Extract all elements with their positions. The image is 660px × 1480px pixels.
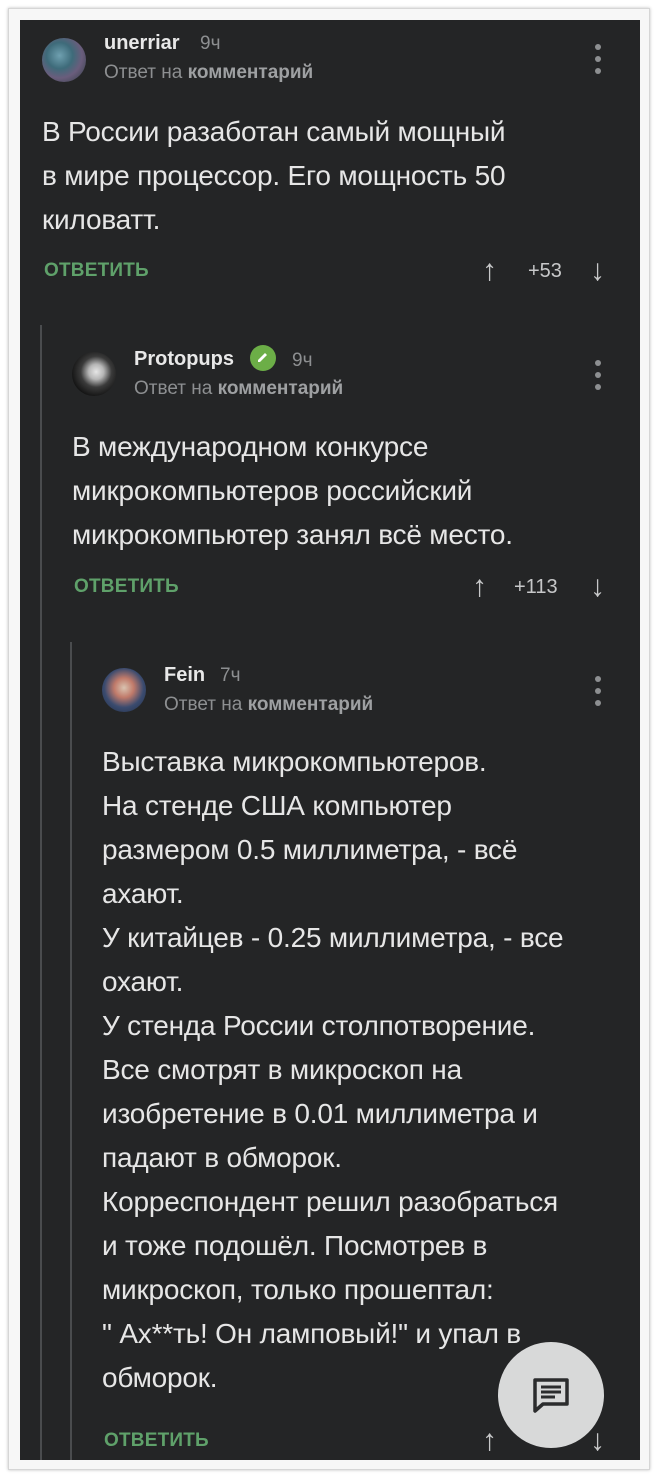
reply-to-prefix: Ответ на (104, 62, 183, 83)
avatar[interactable] (102, 668, 146, 712)
comment-icon (533, 1378, 569, 1413)
reply-button[interactable]: ОТВЕТИТЬ (74, 576, 179, 598)
reply-to-prefix: Ответ на (134, 378, 213, 399)
reply-to-line: Ответ на комментарий (134, 378, 343, 400)
thread-line (40, 325, 42, 1460)
comment-time: 9ч (292, 350, 313, 371)
downvote-icon[interactable]: ↓ (590, 572, 605, 602)
upvote-icon[interactable]: ↑ (482, 1426, 497, 1456)
comments-screen: unerriar 9ч Ответ на комментарий В Росси… (20, 20, 640, 1460)
reply-to-link[interactable]: комментарий (248, 694, 374, 715)
reply-to-link[interactable]: комментарий (218, 378, 344, 399)
reply-to-prefix: Ответ на (164, 694, 243, 715)
comment-time: 9ч (200, 33, 221, 54)
upvote-icon[interactable]: ↑ (472, 572, 487, 602)
verified-badge-icon (250, 345, 276, 371)
more-menu-icon[interactable] (594, 360, 602, 390)
comment-time: 7ч (220, 665, 241, 686)
reply-to-link[interactable]: комментарий (188, 62, 314, 83)
avatar[interactable] (42, 38, 86, 82)
comment-text: Выставка микрокомпьютеров. На стенде США… (102, 746, 564, 1393)
avatar[interactable] (72, 352, 116, 396)
reply-to-line: Ответ на комментарий (104, 62, 313, 84)
comment-score: +53 (528, 260, 562, 282)
author-name[interactable]: Fein (164, 664, 205, 687)
downvote-icon[interactable]: ↓ (590, 256, 605, 286)
reply-button[interactable]: ОТВЕТИТЬ (104, 1430, 209, 1452)
comment-text: В России разаботан самый мощный в мире п… (42, 116, 506, 235)
upvote-icon[interactable]: ↑ (482, 256, 497, 286)
reply-button[interactable]: ОТВЕТИТЬ (44, 260, 149, 282)
author-name[interactable]: unerriar (104, 32, 180, 55)
author-name[interactable]: Protopups (134, 348, 234, 371)
comment-fab-button[interactable] (498, 1342, 604, 1448)
downvote-icon[interactable]: ↓ (590, 1426, 605, 1456)
reply-to-line: Ответ на комментарий (164, 694, 373, 716)
comment-score: +113 (514, 576, 558, 598)
more-menu-icon[interactable] (594, 44, 602, 74)
more-menu-icon[interactable] (594, 676, 602, 706)
comment-text: В международном конкурсе микрокомпьютеро… (72, 431, 513, 550)
thread-line (70, 642, 72, 1460)
